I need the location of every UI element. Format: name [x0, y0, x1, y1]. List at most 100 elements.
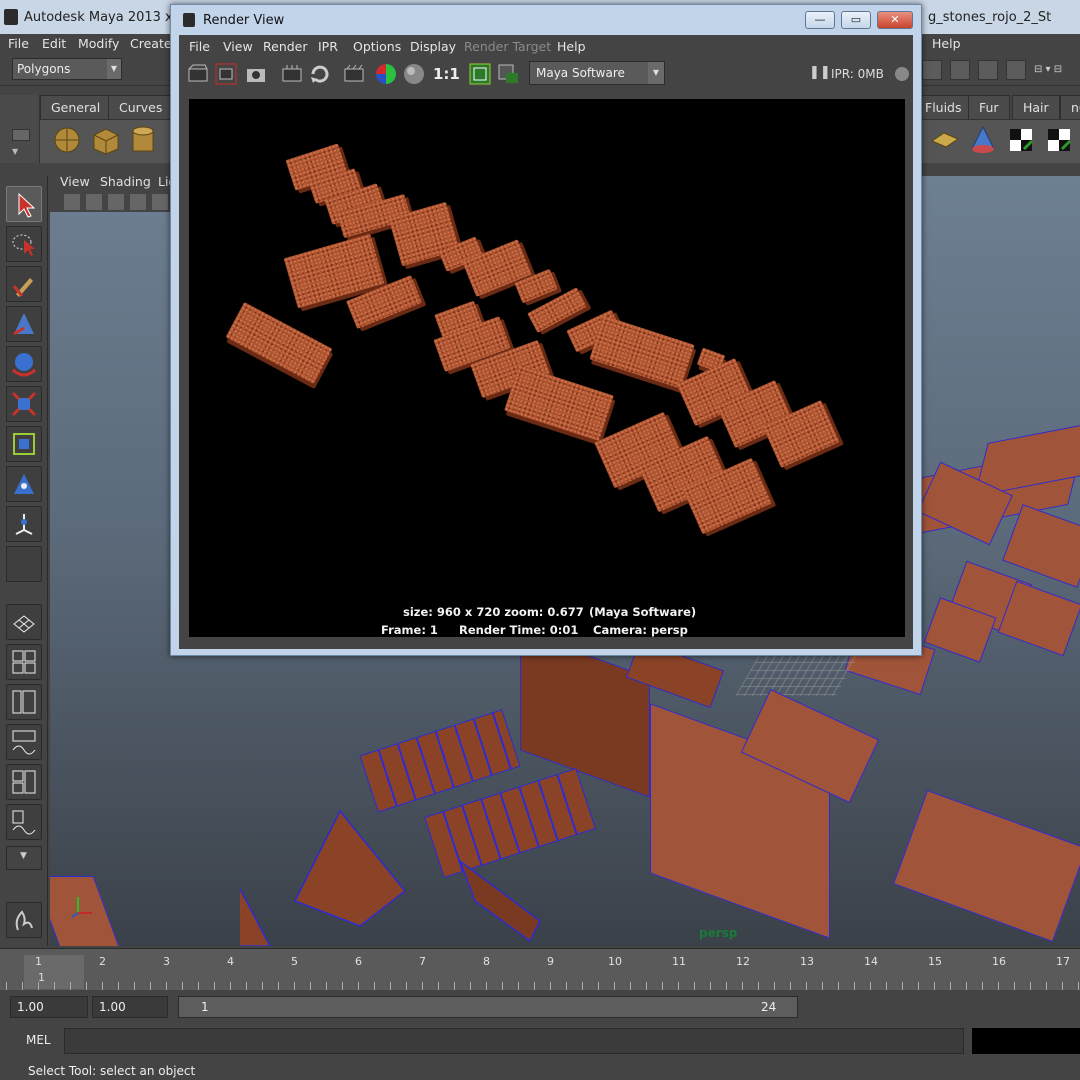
minimize-button[interactable]: —: [805, 11, 835, 29]
layout-outliner-persp[interactable]: [6, 684, 42, 720]
layout-single-pane[interactable]: [6, 604, 42, 640]
show-manipulator-tool[interactable]: [6, 506, 42, 542]
renderer-select[interactable]: Maya Software ▼: [529, 61, 665, 85]
menu-set-value: Polygons: [17, 62, 71, 76]
render-globals-icon[interactable]: [1006, 60, 1026, 80]
layout-four-panes[interactable]: [6, 644, 42, 680]
range-slider[interactable]: 1 24: [178, 996, 798, 1018]
move-tool[interactable]: [6, 306, 42, 342]
rv-menu-render[interactable]: Render: [263, 39, 308, 54]
rv-menu-display[interactable]: Display: [410, 39, 456, 54]
poly-cylinder-button[interactable]: [126, 123, 160, 157]
menu-create[interactable]: Create: [130, 36, 172, 51]
shelf-options-icon[interactable]: [12, 129, 30, 141]
rv-menu-help[interactable]: Help: [557, 39, 586, 54]
camera-attributes-icon[interactable]: [86, 194, 102, 210]
render-view-title-bar[interactable]: Render View — ▭ ✕: [171, 5, 921, 35]
viewport-menu-shading[interactable]: Shading: [100, 174, 151, 189]
maximize-button[interactable]: ▭: [841, 11, 871, 29]
rv-menu-options[interactable]: Options: [353, 39, 401, 54]
rv-menu-view[interactable]: View: [223, 39, 253, 54]
image-plane-icon[interactable]: [130, 194, 146, 210]
poly-sphere-button[interactable]: [50, 123, 84, 157]
camera-select-icon[interactable]: [64, 194, 80, 210]
menu-help[interactable]: Help: [932, 36, 961, 51]
menu-set-select[interactable]: Polygons ▼: [12, 58, 122, 80]
menu-modify[interactable]: Modify: [78, 36, 119, 51]
alpha-channel-icon[interactable]: [403, 63, 425, 85]
remove-image-icon[interactable]: [497, 63, 519, 85]
uv-plane-icon: [930, 132, 960, 148]
menu-edit[interactable]: Edit: [42, 36, 66, 51]
uv-plane-button[interactable]: [928, 123, 962, 157]
soft-modification-tool[interactable]: [6, 466, 42, 502]
time-tick-label: 8: [483, 955, 490, 968]
time-ticks: [0, 982, 1080, 990]
checker-texture-button[interactable]: [1004, 123, 1038, 157]
viewport-menu-view[interactable]: View: [60, 174, 90, 189]
pause-ipr-icon[interactable]: ❚❚: [809, 65, 831, 80]
cone-icon: [971, 125, 995, 153]
time-tick-label: 7: [419, 955, 426, 968]
maya-app-icon: [4, 9, 18, 25]
time-tick-label: 13: [800, 955, 814, 968]
rv-menu-file[interactable]: File: [189, 39, 210, 54]
shelf-tab-curves[interactable]: Curves: [108, 95, 174, 119]
time-tick-label: 4: [227, 955, 234, 968]
render-renderer-label: (Maya Software): [589, 605, 697, 619]
rotate-tool[interactable]: [6, 346, 42, 382]
poly-cube-button[interactable]: [88, 123, 122, 157]
close-button[interactable]: ✕: [877, 11, 913, 29]
shelf-tab-general[interactable]: General: [40, 95, 112, 119]
chevron-down-icon: ▼: [648, 62, 664, 84]
real-size-button[interactable]: 1:1: [433, 65, 460, 83]
shelf-tab-ncloth[interactable]: nC: [1060, 95, 1080, 119]
lasso-tool[interactable]: [6, 226, 42, 262]
rgb-channels-icon[interactable]: [375, 63, 397, 85]
checker-texture-button-2[interactable]: [1042, 123, 1076, 157]
grid-toggle-icon[interactable]: [152, 194, 168, 210]
shelf-tab-fluids[interactable]: Fluids: [914, 95, 973, 119]
render-view-toolbar: 1:1 Maya Software ▼ ❚❚ IPR: 0MB: [179, 57, 913, 91]
render-settings-icon[interactable]: [922, 60, 942, 80]
time-tick-label: 16: [992, 955, 1006, 968]
snapshot-icon[interactable]: [245, 63, 267, 85]
sidebar-toggle-icon[interactable]: ⊟ ▾ ⊟: [1034, 60, 1074, 80]
universal-manipulator-tool[interactable]: [6, 426, 42, 462]
menu-file[interactable]: File: [8, 36, 29, 51]
bookmarks-icon[interactable]: [108, 194, 124, 210]
time-slider[interactable]: 1 1 2 3 4 5 6 7 8 9 10 11 12 13 14 15 16…: [0, 948, 1080, 990]
cone-light-button[interactable]: [966, 123, 1000, 157]
time-tick-label: 1: [35, 955, 42, 968]
ipr-render-icon[interactable]: [978, 60, 998, 80]
checker-icon: [1048, 129, 1072, 151]
layout-more-dropdown[interactable]: ▼: [6, 846, 42, 870]
layout-persp-graph[interactable]: [6, 724, 42, 760]
render-image-canvas[interactable]: size: 960 x 720 zoom: 0.677 (Maya Softwa…: [189, 99, 905, 637]
arrow-select-icon: [18, 192, 36, 218]
scale-tool[interactable]: [6, 386, 42, 422]
ipr-render-icon[interactable]: [281, 63, 303, 85]
redo-render-icon[interactable]: [187, 63, 209, 85]
refresh-icon[interactable]: [309, 63, 331, 85]
rv-menu-ipr[interactable]: IPR: [318, 39, 338, 54]
render-current-icon[interactable]: [950, 60, 970, 80]
layout-persp-outliner-graph[interactable]: [6, 804, 42, 840]
chevron-down-icon[interactable]: ▼: [12, 147, 18, 156]
playback-start-field[interactable]: 1.00: [92, 996, 168, 1018]
camera-name-label: persp: [699, 926, 738, 940]
shelf-tab-fur[interactable]: Fur: [968, 95, 1010, 119]
axis-gizmo-icon: [71, 897, 92, 918]
start-time-field[interactable]: 1.00: [10, 996, 88, 1018]
time-tick-label: 14: [864, 955, 878, 968]
layout-hypershade[interactable]: [6, 764, 42, 800]
render-globals-icon[interactable]: [343, 63, 365, 85]
last-tool-slot[interactable]: [6, 546, 42, 582]
command-input[interactable]: [64, 1028, 964, 1054]
keep-image-icon[interactable]: [469, 63, 491, 85]
command-language-label[interactable]: MEL: [26, 1033, 51, 1047]
select-tool[interactable]: [6, 186, 42, 222]
shelf-tab-hair[interactable]: Hair: [1012, 95, 1060, 119]
paint-select-tool[interactable]: [6, 266, 42, 302]
render-region-icon[interactable]: [215, 63, 237, 85]
